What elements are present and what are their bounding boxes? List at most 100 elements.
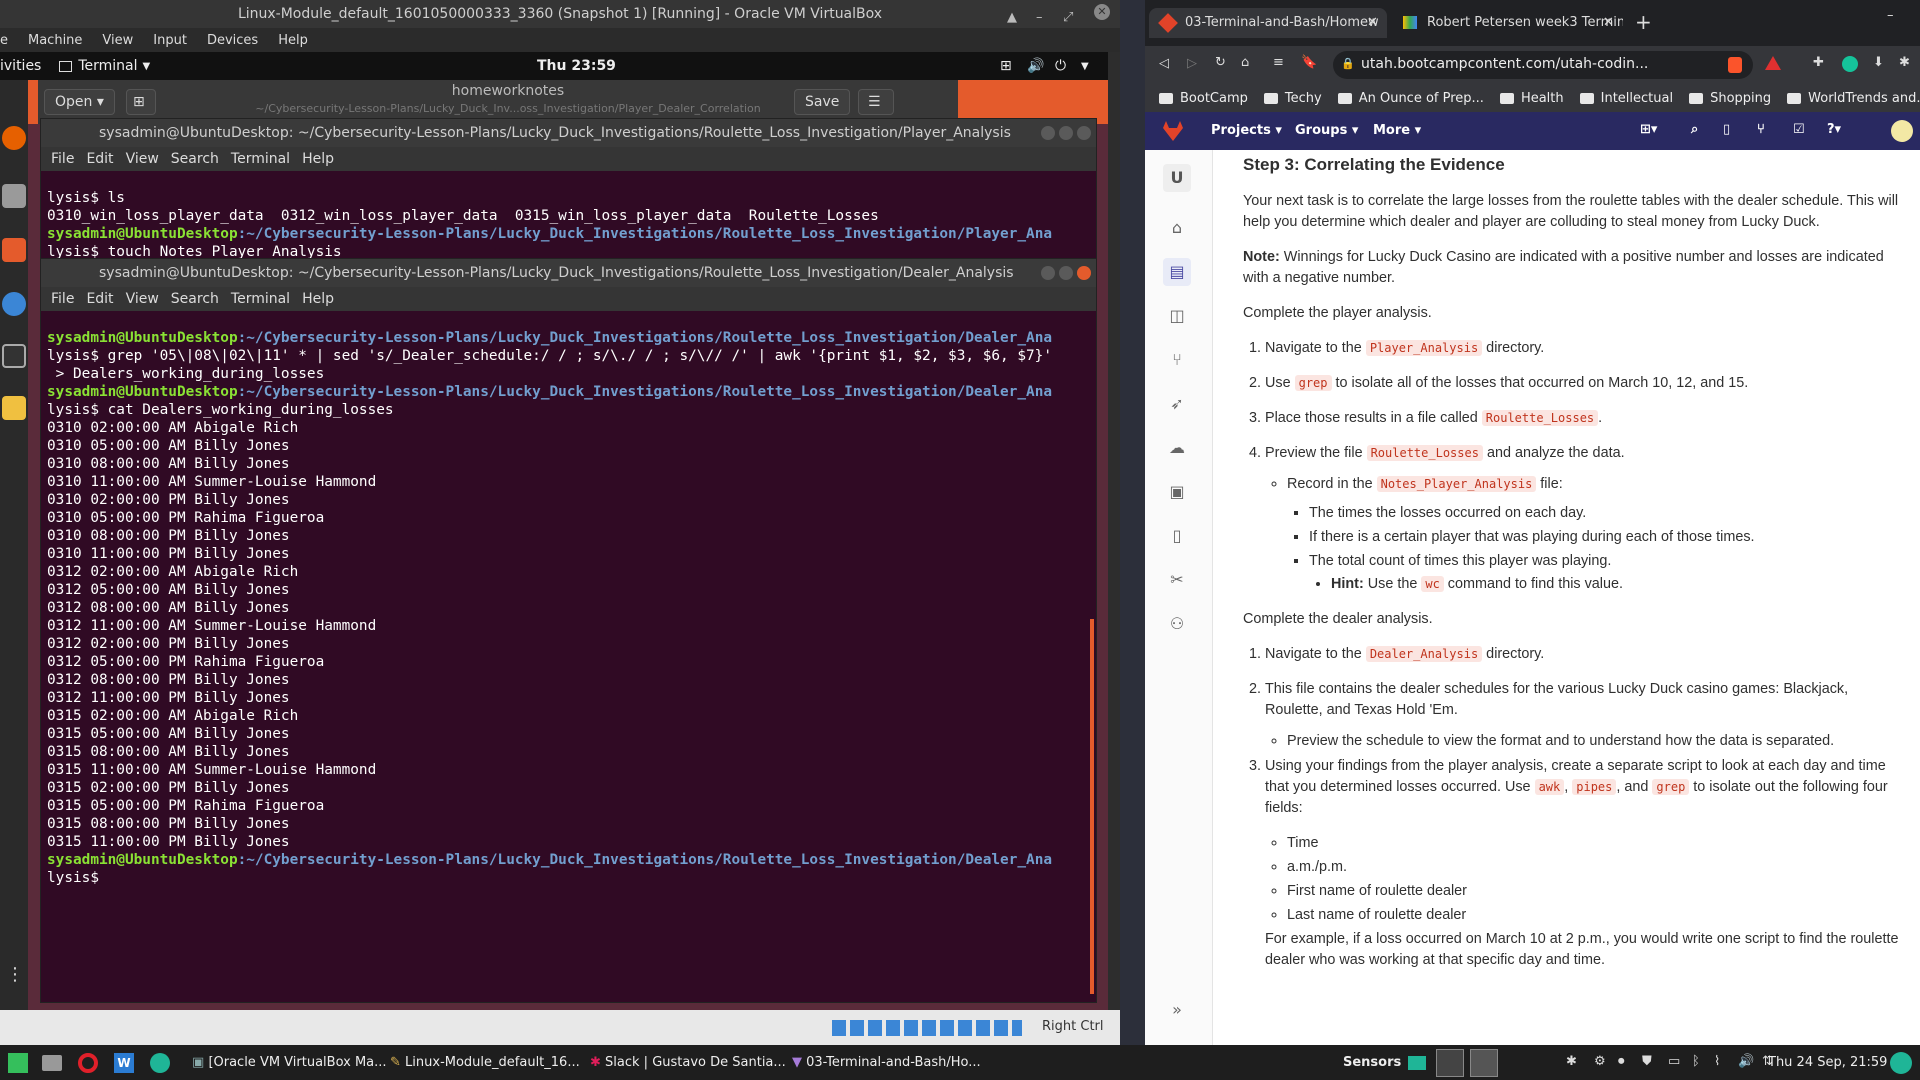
menu-search[interactable]: Search xyxy=(171,151,219,167)
menu-machine[interactable]: Machine xyxy=(28,33,82,48)
taskbar-item-slack[interactable]: ✱ Slack | Gustavo De Santia... xyxy=(590,1045,790,1080)
minimize-icon[interactable]: – xyxy=(1887,8,1894,23)
bookmark-health[interactable]: Health xyxy=(1499,91,1564,106)
menu-edit[interactable]: Edit xyxy=(86,151,113,167)
activities-button[interactable]: ivities xyxy=(0,58,41,74)
network-icon[interactable]: ⊞ xyxy=(1000,58,1012,74)
menu-help[interactable]: Help xyxy=(302,291,334,307)
repository-icon[interactable]: ▤ xyxy=(1163,258,1191,286)
display-icon[interactable]: ▭ xyxy=(1668,1054,1680,1069)
deployments-icon[interactable]: ☁ xyxy=(1163,434,1191,462)
issues-icon[interactable]: ◫ xyxy=(1163,302,1191,330)
wiki-icon[interactable]: ▯ xyxy=(1163,522,1191,550)
bookmark-techy[interactable]: Techy xyxy=(1263,91,1322,106)
nav-projects[interactable]: Projects ▾ xyxy=(1211,123,1282,138)
close-icon[interactable]: ✕ xyxy=(1094,4,1110,20)
terminal-dock-icon[interactable] xyxy=(2,344,26,368)
address-bar[interactable]: 🔒 utah.bootcampcontent.com/utah-codin... xyxy=(1333,51,1753,79)
back-icon[interactable]: ◁ xyxy=(1159,56,1169,71)
app-menu[interactable]: Terminal ▼ xyxy=(59,58,150,74)
taskbar-item-linux-module[interactable]: ✎ Linux-Module_default_16... xyxy=(390,1045,580,1080)
forward-icon[interactable]: ▷ xyxy=(1187,56,1197,71)
rocket-icon[interactable]: ➶ xyxy=(1163,390,1191,418)
settings-tray-icon[interactable]: ⚙ xyxy=(1594,1054,1606,1069)
minimize-icon[interactable] xyxy=(1041,266,1055,280)
help-icon[interactable] xyxy=(2,292,26,316)
menu-devices[interactable]: Devices xyxy=(207,33,258,48)
bookmark-shopping[interactable]: Shopping xyxy=(1689,91,1771,106)
menu-view[interactable]: View xyxy=(126,151,159,167)
downloads-icon[interactable]: ⬇ xyxy=(1873,55,1884,70)
search-icon[interactable]: ⌕ xyxy=(1691,122,1698,137)
close-icon[interactable] xyxy=(1077,126,1091,140)
close-tab-icon[interactable]: ✕ xyxy=(1603,8,1614,38)
new-tab-icon[interactable]: ⊞ xyxy=(126,89,156,115)
avatar[interactable] xyxy=(1891,120,1913,142)
brave-shield-icon[interactable] xyxy=(1728,57,1742,73)
terminal-player-analysis[interactable]: sysadmin@UbuntuDesktop: ~/Cybersecurity-… xyxy=(40,118,1097,260)
tray-app-icon[interactable] xyxy=(1408,1056,1426,1070)
merge-request-icon[interactable]: ⑂ xyxy=(1163,346,1191,374)
app-icon[interactable] xyxy=(150,1053,170,1073)
hamburger-menu-icon[interactable]: ☰ xyxy=(858,89,894,115)
notifications-icon[interactable] xyxy=(1890,1052,1912,1074)
taskbar-item-virtualbox-manager[interactable]: ▣ [Oracle VM VirtualBox Ma... xyxy=(192,1045,387,1080)
taskbar-item-gitlab[interactable]: ▼ 03-Terminal-and-Bash/Ho... xyxy=(792,1045,992,1080)
menu-help[interactable]: Help xyxy=(278,33,308,48)
issues-icon[interactable]: ▯ xyxy=(1723,122,1730,137)
tab-drive[interactable]: Robert Petersen week3 Termin ✕ xyxy=(1391,8,1623,38)
bookmark-worldtrends[interactable]: WorldTrends and... xyxy=(1787,91,1920,106)
new-tab-plus-icon[interactable]: + xyxy=(1635,10,1652,34)
close-icon[interactable] xyxy=(1077,266,1091,280)
workspace-switcher-2[interactable] xyxy=(1470,1049,1498,1077)
volume-icon[interactable]: 🔊 xyxy=(1027,58,1044,74)
clock[interactable]: Thu 23:59 xyxy=(537,58,616,74)
help-icon[interactable]: ?▾ xyxy=(1827,122,1841,137)
bookmark-intellectual[interactable]: Intellectual xyxy=(1579,91,1673,106)
brave-rewards-icon[interactable] xyxy=(1765,56,1781,70)
sensors-applet[interactable]: Sensors xyxy=(1343,1045,1401,1080)
start-menu-icon[interactable] xyxy=(8,1053,28,1073)
files-icon[interactable] xyxy=(2,184,26,208)
minimize-icon[interactable] xyxy=(1041,126,1055,140)
scrollbar[interactable] xyxy=(1090,619,1094,994)
menu-view[interactable]: View xyxy=(102,33,133,48)
expand-sidebar-icon[interactable]: » xyxy=(1163,996,1191,1024)
todo-icon[interactable]: ☑ xyxy=(1793,122,1805,137)
reader-icon[interactable]: ≡ xyxy=(1273,55,1284,70)
power-menu-chevron-icon[interactable]: ▼ xyxy=(1081,61,1089,72)
software-icon[interactable] xyxy=(2,238,26,262)
members-icon[interactable]: ⚇ xyxy=(1163,610,1191,638)
extension-icon[interactable]: ✚ xyxy=(1813,55,1824,70)
packages-icon[interactable]: ▣ xyxy=(1163,478,1191,506)
plus-icon[interactable]: ⊞▾ xyxy=(1640,122,1657,137)
tab-gitlab[interactable]: 03-Terminal-and-Bash/Homew ✕ xyxy=(1149,8,1387,38)
home-icon[interactable]: ⌂ xyxy=(1163,214,1191,242)
menu-edit[interactable]: Edit xyxy=(86,291,113,307)
workspace-switcher[interactable] xyxy=(1436,1049,1464,1077)
merge-request-icon[interactable]: ⑂ xyxy=(1757,122,1765,137)
power-icon[interactable]: ⏻ xyxy=(1055,58,1066,74)
gitlab-logo-icon[interactable] xyxy=(1163,121,1183,141)
bookmark-bootcamp[interactable]: BootCamp xyxy=(1159,91,1248,106)
reload-icon[interactable]: ↻ xyxy=(1215,55,1226,70)
maximize-icon[interactable] xyxy=(1059,126,1073,140)
word-icon[interactable]: W xyxy=(114,1053,134,1073)
volume-icon[interactable]: 🔊 xyxy=(1738,1054,1754,1069)
menu-terminal[interactable]: Terminal xyxy=(231,151,290,167)
menu-terminal[interactable]: Terminal xyxy=(231,291,290,307)
terminal-dealer-analysis[interactable]: sysadmin@UbuntuDesktop: ~/Cybersecurity-… xyxy=(40,258,1097,1003)
device-status-icons[interactable] xyxy=(832,1020,1022,1036)
show-apps-icon[interactable]: ⋮ xyxy=(6,966,24,984)
menu-file[interactable]: File xyxy=(51,151,74,167)
menu-file[interactable]: File xyxy=(51,291,74,307)
home-icon[interactable]: ⌂ xyxy=(1241,55,1249,70)
snippets-icon[interactable]: ✂ xyxy=(1163,566,1191,594)
menu-input[interactable]: Input xyxy=(153,33,187,48)
menu-help[interactable]: Help xyxy=(302,151,334,167)
grammarly-icon[interactable] xyxy=(1842,56,1858,72)
firefox-icon[interactable] xyxy=(2,126,26,150)
save-button[interactable]: Save xyxy=(794,89,851,115)
text-editor-icon[interactable] xyxy=(2,396,26,420)
menu-view[interactable]: View xyxy=(126,291,159,307)
